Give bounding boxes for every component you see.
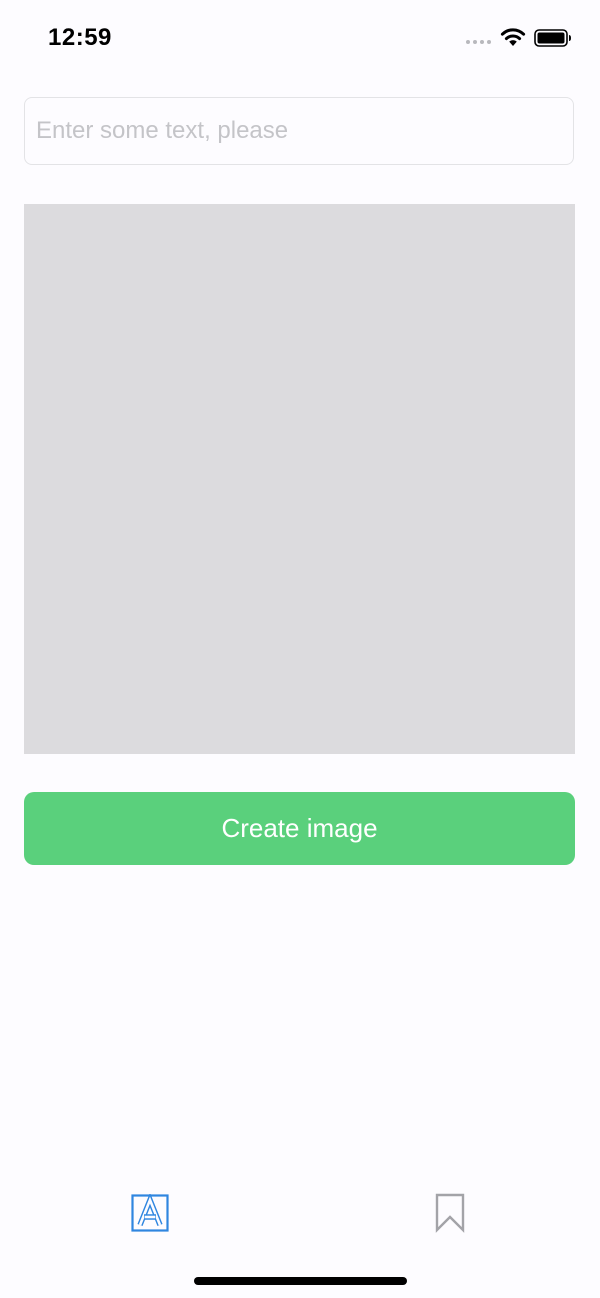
tab-saved[interactable] bbox=[420, 1188, 480, 1238]
tab-text-generator[interactable] bbox=[120, 1188, 180, 1238]
text-input[interactable] bbox=[24, 97, 574, 165]
text-format-icon bbox=[131, 1194, 169, 1232]
app-screen: 12:59 Create image bbox=[0, 0, 600, 1298]
wifi-icon bbox=[500, 28, 526, 46]
status-time: 12:59 bbox=[48, 24, 112, 51]
cellular-signal-icon bbox=[466, 40, 491, 44]
create-image-button[interactable]: Create image bbox=[24, 792, 575, 865]
bookmark-icon bbox=[435, 1193, 465, 1233]
image-preview bbox=[24, 204, 575, 754]
tab-bar bbox=[0, 1170, 600, 1250]
status-bar: 12:59 bbox=[0, 0, 600, 80]
battery-icon bbox=[534, 29, 571, 47]
home-indicator[interactable] bbox=[194, 1277, 407, 1285]
